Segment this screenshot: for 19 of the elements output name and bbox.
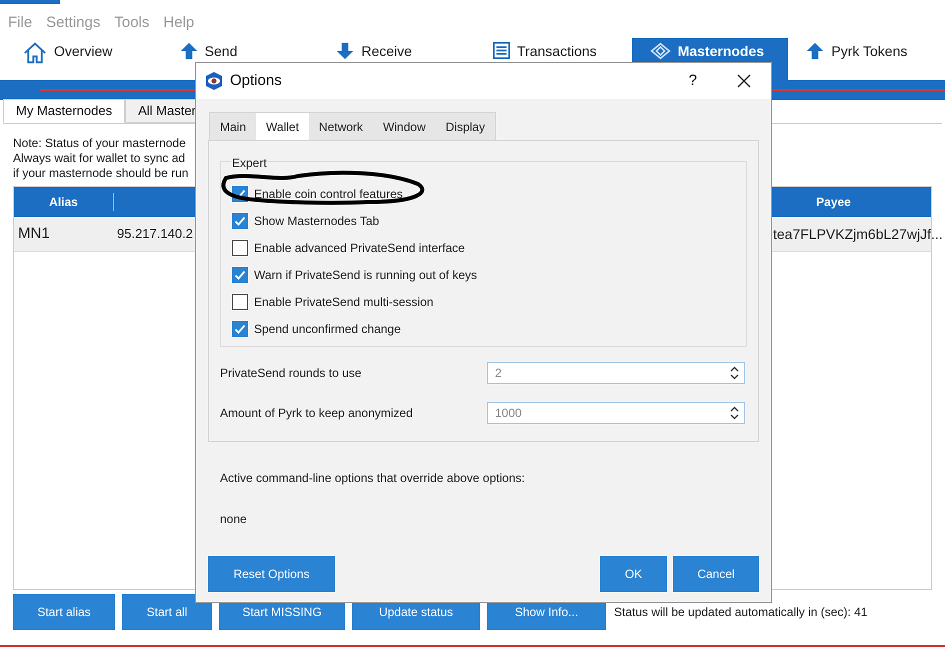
- note-text: if your masternode should be run: [13, 166, 188, 181]
- checkbox-label: Show Masternodes Tab: [254, 212, 380, 230]
- field-label: Amount of Pyrk to keep anonymized: [220, 405, 414, 422]
- table-cell-text: MN1: [17, 224, 51, 244]
- note-text: Always wait for wallet to sync ad: [13, 151, 186, 166]
- table-cell-text: tea7FLPVKZjm6bL27wjJf...: [772, 224, 944, 244]
- checkbox-label: Warn if PrivateSend is running out of keys: [254, 266, 477, 284]
- field-label: PrivateSend rounds to use: [220, 365, 362, 382]
- checkbox-label: Enable coin control features: [254, 186, 403, 202]
- checkbox-label: Enable advanced PrivateSend interface: [254, 240, 465, 256]
- checkbox-label: Enable PrivateSend multi-session: [254, 294, 434, 310]
- note-text: Note: Status of your masternode: [13, 136, 186, 151]
- checkbox-label: Spend unconfirmed change: [254, 320, 401, 338]
- column-header: Alias: [14, 193, 114, 211]
- override-label: Active command-line options that override above options:: [220, 470, 526, 487]
- status-text: Status will be updated automatically in (sec): 41: [614, 604, 868, 621]
- override-value: none: [220, 511, 248, 528]
- table-cell: 95.217.140.2: [117, 226, 193, 241]
- column-header: Payee: [815, 194, 852, 211]
